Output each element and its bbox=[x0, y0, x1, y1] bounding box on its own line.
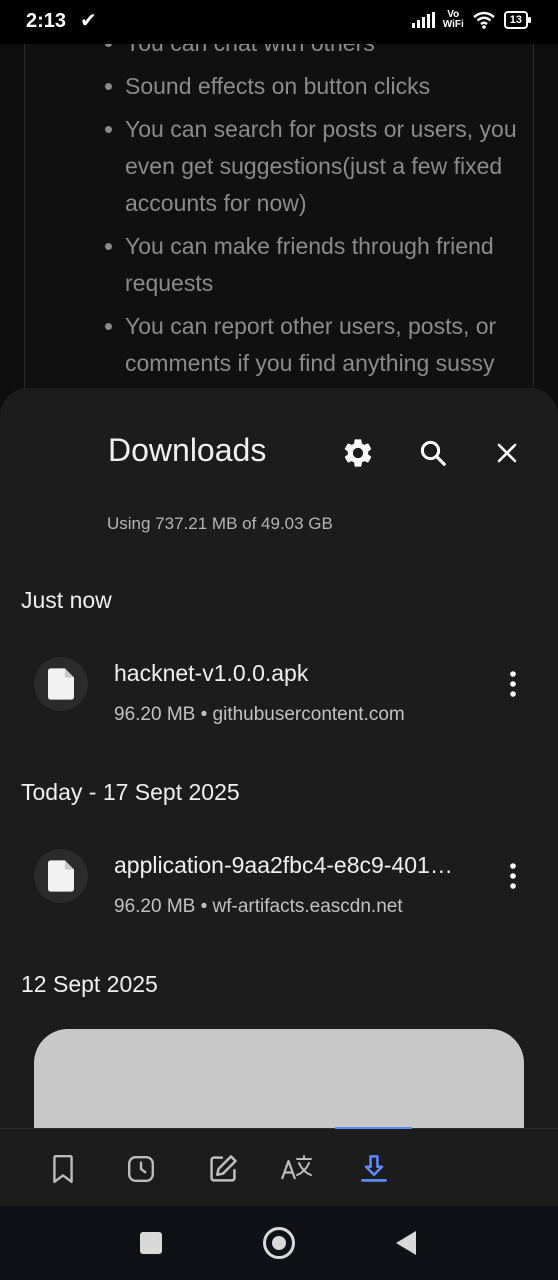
wifi-icon bbox=[472, 11, 495, 29]
image-thumbnail[interactable] bbox=[34, 1029, 524, 1128]
translate-button[interactable] bbox=[277, 1149, 317, 1189]
file-icon bbox=[34, 849, 88, 903]
back-button[interactable] bbox=[394, 1229, 418, 1257]
translate-icon bbox=[280, 1155, 312, 1180]
status-time: 2:13 bbox=[26, 10, 67, 32]
more-options-button[interactable] bbox=[495, 856, 531, 896]
status-bar: 2:13 ✔ Vo WiFi 13 bbox=[0, 0, 558, 44]
active-tab-indicator bbox=[335, 1127, 412, 1129]
history-button[interactable] bbox=[121, 1149, 161, 1189]
section-header: Just now bbox=[21, 587, 112, 613]
sheet-title: Downloads bbox=[108, 432, 267, 468]
search-icon bbox=[420, 440, 446, 466]
feature-item: You can report other users, posts, or co… bbox=[105, 308, 535, 382]
check-icon: ✔ bbox=[80, 10, 97, 32]
section-header: 12 Sept 2025 bbox=[21, 971, 158, 997]
feature-item: Sound effects on button clicks bbox=[105, 68, 535, 105]
vowifi-indicator: Vo WiFi bbox=[443, 10, 464, 30]
signal-icon bbox=[411, 12, 435, 28]
vowifi-bottom: WiFi bbox=[442, 19, 464, 30]
more-options-button[interactable] bbox=[495, 664, 531, 704]
downloads-sheet: Downloads Using 737.21 MB of 49.03 GB Ju… bbox=[0, 388, 558, 1128]
close-icon bbox=[497, 443, 517, 463]
feature-item: You can search for posts or users, you e… bbox=[105, 111, 535, 222]
background-page: You can chat with others Sound effects o… bbox=[0, 0, 558, 420]
system-navigation-bar bbox=[0, 1206, 558, 1280]
bottom-toolbar bbox=[0, 1127, 558, 1207]
section-header: Today - 17 Sept 2025 bbox=[21, 779, 240, 805]
download-icon bbox=[361, 1155, 387, 1182]
search-button[interactable] bbox=[413, 433, 453, 473]
status-icons: Vo WiFi 13 bbox=[411, 10, 532, 30]
home-button[interactable] bbox=[263, 1227, 295, 1259]
feature-list: You can chat with others Sound effects o… bbox=[105, 25, 535, 388]
download-file-name[interactable]: hacknet-v1.0.0.apk bbox=[114, 660, 474, 687]
recents-button[interactable] bbox=[140, 1232, 162, 1254]
close-button[interactable] bbox=[487, 433, 527, 473]
home-dot bbox=[272, 1236, 286, 1250]
download-file-meta: 96.20 MB • wf-artifacts.eascdn.net bbox=[114, 896, 403, 917]
feature-card: You can chat with others Sound effects o… bbox=[24, 0, 534, 420]
bookmark-icon bbox=[53, 1154, 73, 1184]
file-icon bbox=[34, 657, 88, 711]
downloads-button[interactable] bbox=[354, 1149, 394, 1189]
history-icon bbox=[128, 1156, 154, 1182]
bookmarks-button[interactable] bbox=[43, 1149, 83, 1189]
download-file-name[interactable]: application-9aa2fbc4-e8c9-401… bbox=[114, 852, 474, 879]
battery-indicator: 13 bbox=[503, 11, 532, 29]
download-file-meta: 96.20 MB • githubusercontent.com bbox=[114, 704, 405, 725]
more-vert-icon bbox=[510, 863, 516, 889]
settings-button[interactable] bbox=[338, 433, 378, 473]
feature-item: You can make friends through friend requ… bbox=[105, 228, 535, 302]
edit-note-icon bbox=[210, 1155, 237, 1182]
notes-button[interactable] bbox=[203, 1149, 243, 1189]
storage-usage: Using 737.21 MB of 49.03 GB bbox=[107, 514, 333, 533]
more-vert-icon bbox=[510, 671, 516, 697]
gear-icon bbox=[344, 439, 372, 467]
